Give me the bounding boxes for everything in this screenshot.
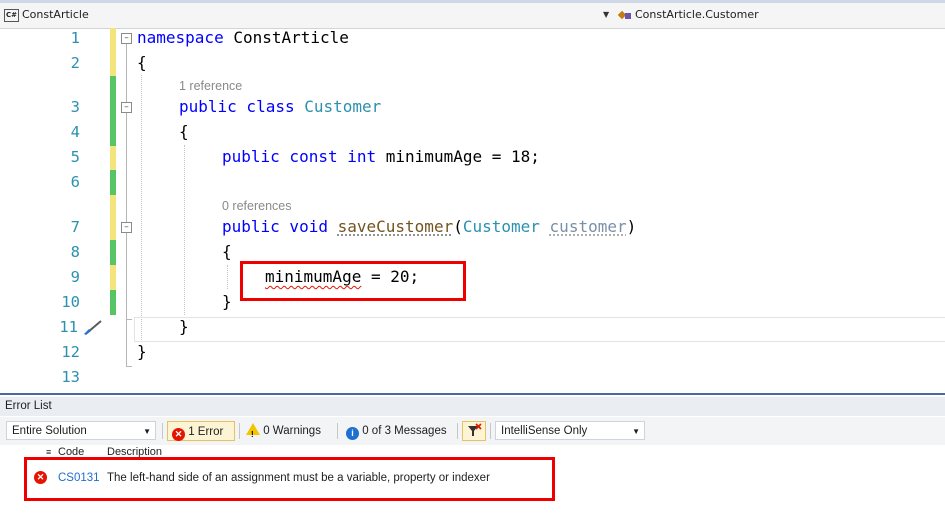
code-line-10: } (222, 292, 232, 311)
warnings-filter-button[interactable]: ! 0 Warnings (246, 421, 332, 441)
line-number: 10 (61, 293, 80, 311)
change-marker-unsaved (110, 52, 116, 76)
paren: ) (626, 217, 637, 236)
outline-guide (126, 233, 127, 319)
line-number: 1 (70, 29, 80, 47)
current-line-highlight (134, 317, 945, 342)
code-editor[interactable]: 1 2 3 4 5 6 7 8 9 10 11 12 13 – – – name… (0, 26, 945, 393)
line-number: 12 (61, 343, 80, 361)
errors-filter-button[interactable]: ✕ 1 Error (167, 421, 235, 441)
change-marker-unsaved (110, 146, 116, 170)
class-icon (619, 10, 632, 21)
code-line-7: public void saveCustomer(Customer custom… (222, 215, 636, 239)
code-line-11: } (179, 317, 189, 336)
change-marker-unsaved (110, 195, 116, 240)
toolbar-separator (162, 423, 163, 439)
code-line-5: public const int minimumAge = 18; (222, 145, 540, 169)
project-dropdown[interactable]: C# ConstArticle (4, 6, 604, 23)
errors-filter-label: 1 Error (188, 426, 224, 438)
highlight-box-code (240, 261, 466, 301)
code-line-3: public class Customer (179, 95, 381, 119)
line-number: 4 (70, 123, 80, 141)
line-number: 8 (70, 243, 80, 261)
field-declaration: minimumAge = 18; (376, 147, 540, 166)
chevron-down-icon: ▼ (632, 427, 640, 436)
code-line-8: { (222, 242, 232, 261)
line-number: 11 (59, 318, 78, 336)
indent-guide (184, 145, 185, 315)
indent-guide (141, 75, 142, 340)
outline-guide (126, 113, 127, 222)
filter-build-button[interactable] (462, 421, 486, 441)
line-number: 9 (70, 268, 80, 286)
line-number: 13 (61, 368, 80, 386)
navbar-top-border (0, 0, 945, 3)
toolbar-separator (457, 423, 458, 439)
info-icon: i (346, 427, 359, 440)
quick-actions-brush-icon[interactable] (82, 319, 104, 335)
filter-icon (468, 423, 482, 436)
error-list-panel: Error List Entire Solution ▼ ✕ 1 Error ! … (0, 393, 945, 529)
toolbar-separator (239, 423, 240, 439)
keyword: public void (222, 217, 328, 236)
method-name: saveCustomer (337, 217, 454, 236)
indent-guide (227, 265, 228, 289)
namespace-name: ConstArticle (223, 28, 349, 47)
parameter-name: customer (549, 217, 627, 236)
error-icon: ✕ (172, 428, 185, 441)
change-marker-unsaved (110, 265, 116, 290)
keyword: int (347, 147, 377, 166)
paren: ( (453, 217, 463, 236)
outline-guide (126, 44, 127, 102)
code-line-12: } (137, 342, 147, 361)
keyword: public class (179, 97, 295, 116)
codelens-references[interactable]: 1 reference (179, 78, 242, 94)
error-list-toolbar: Entire Solution ▼ ✕ 1 Error ! 0 Warnings … (0, 417, 945, 445)
navigation-bar: C# ConstArticle ▼ ConstArticle.Customer (0, 0, 945, 29)
code-line-1: namespace ConstArticle (137, 26, 349, 50)
chevron-down-icon: ▼ (143, 427, 151, 436)
error-list-title: Error List (0, 397, 945, 416)
messages-filter-button[interactable]: i 0 of 3 Messages (346, 421, 454, 441)
toolbar-separator (337, 423, 338, 439)
code-line-4: { (179, 122, 189, 141)
line-number: 6 (70, 173, 80, 191)
project-dropdown-arrow-icon[interactable]: ▼ (603, 6, 609, 23)
member-dropdown-label: ConstArticle.Customer (635, 8, 759, 21)
collapse-method-icon[interactable]: – (121, 222, 132, 233)
line-number: 7 (70, 218, 80, 236)
csharp-file-icon: C# (4, 8, 19, 22)
scope-dropdown-label: Entire Solution (12, 425, 87, 437)
code-line-2: { (137, 53, 147, 72)
change-marker-unsaved (110, 28, 116, 52)
keyword: namespace (137, 28, 224, 47)
highlight-box-error (24, 457, 555, 501)
line-number: 5 (70, 148, 80, 166)
collapse-namespace-icon[interactable]: – (121, 33, 132, 44)
change-marker-saved (110, 170, 116, 195)
toolbar-separator (490, 423, 491, 439)
warning-icon: ! (246, 423, 260, 439)
change-marker-saved (110, 76, 116, 146)
type-name: Customer (462, 217, 540, 236)
member-dropdown[interactable]: ConstArticle.Customer (619, 6, 939, 23)
scope-dropdown[interactable]: Entire Solution ▼ (6, 421, 156, 440)
codelens-references[interactable]: 0 references (222, 198, 291, 214)
build-source-dropdown[interactable]: IntelliSense Only ▼ (495, 421, 645, 440)
outline-guide (126, 319, 127, 366)
outline-guide (126, 366, 132, 367)
line-number: 2 (70, 54, 80, 72)
warnings-filter-label: 0 Warnings (263, 425, 321, 437)
change-marker-saved (110, 290, 116, 315)
messages-filter-label: 0 of 3 Messages (362, 425, 447, 437)
change-marker-saved (110, 240, 116, 265)
project-dropdown-label: ConstArticle (22, 8, 89, 21)
type-name: Customer (304, 97, 382, 116)
line-number: 3 (70, 98, 80, 116)
build-source-label: IntelliSense Only (501, 425, 588, 437)
collapse-class-icon[interactable]: – (121, 102, 132, 113)
keyword: public const (222, 147, 338, 166)
